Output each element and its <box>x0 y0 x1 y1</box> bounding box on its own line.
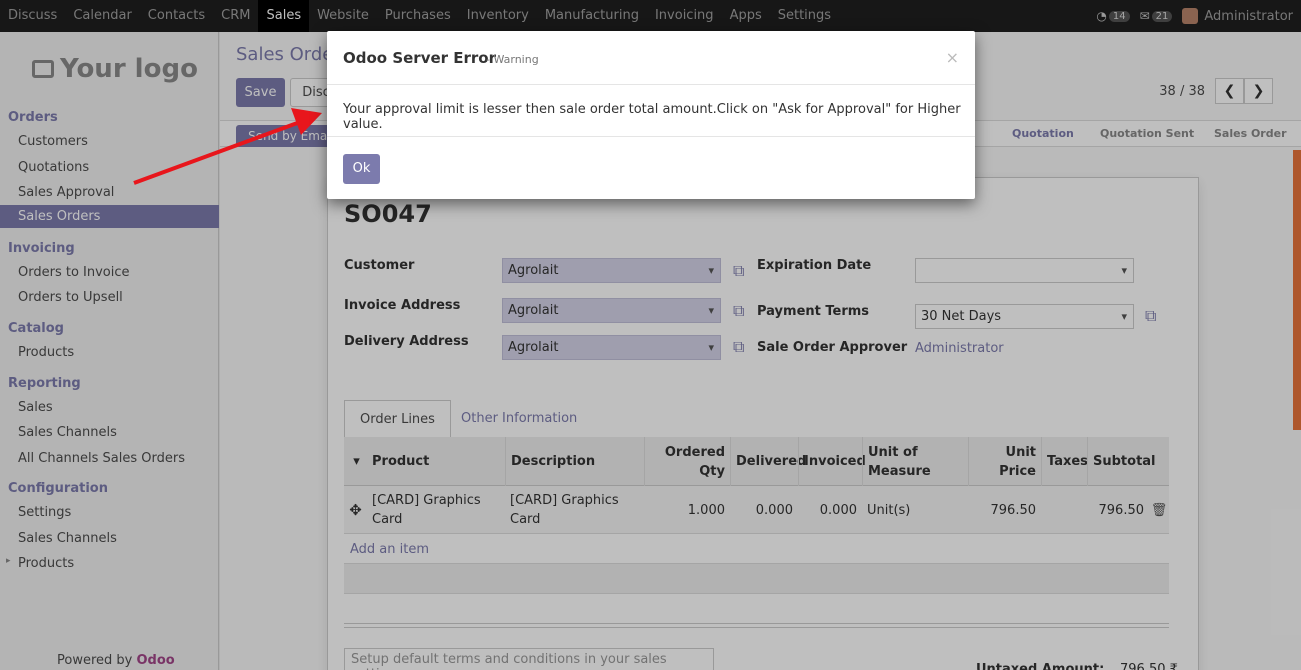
dialog-footer: Ok <box>327 136 975 199</box>
close-icon[interactable]: × <box>946 48 959 67</box>
dialog-subtitle: - Warning <box>486 53 539 66</box>
error-dialog: Odoo Server Error - Warning × Your appro… <box>327 31 975 199</box>
dialog-message: Your approval limit is lesser then sale … <box>343 102 961 132</box>
ok-button[interactable]: Ok <box>343 154 380 184</box>
dialog-header: Odoo Server Error - Warning × <box>327 31 975 85</box>
dialog-title: Odoo Server Error <box>343 49 497 67</box>
